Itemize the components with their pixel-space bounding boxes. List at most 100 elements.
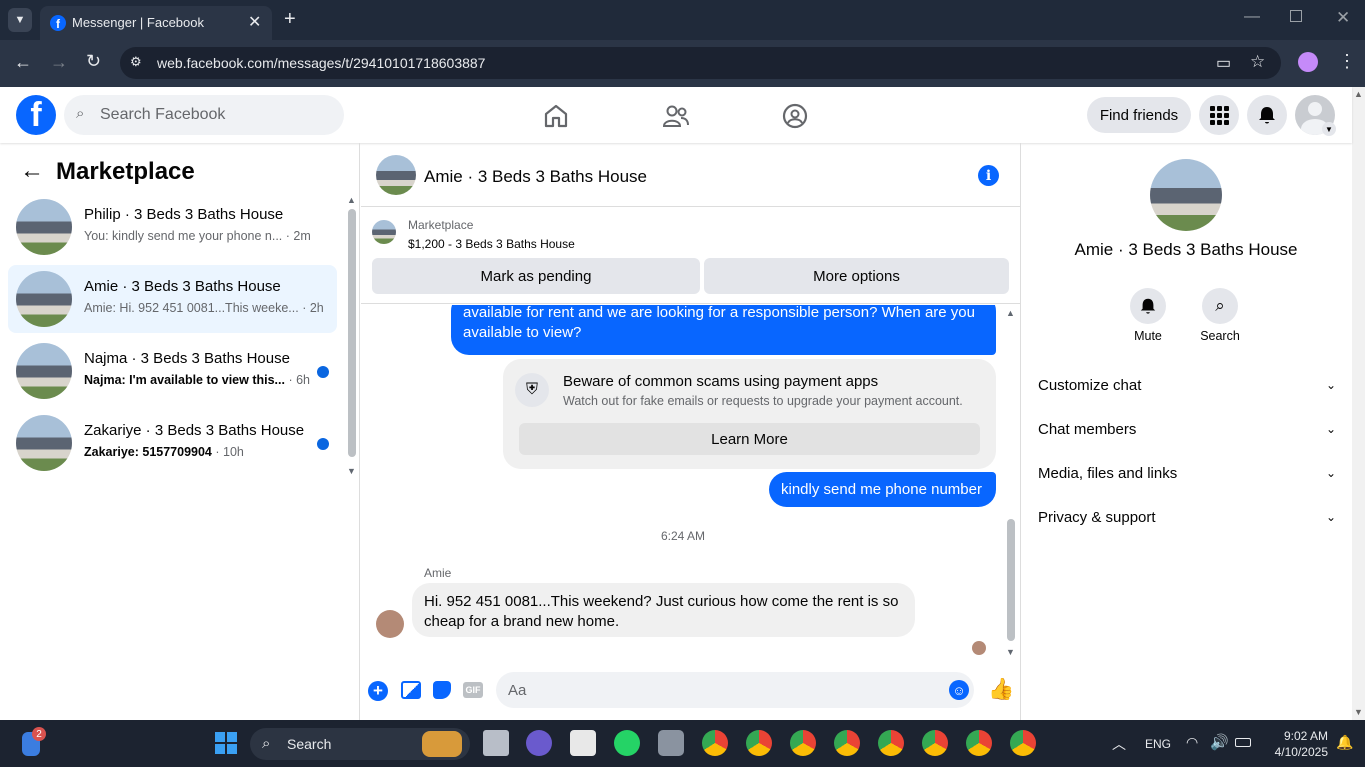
- message-timestamp: 6:24 AM: [661, 529, 706, 543]
- thread-scroll-up-icon[interactable]: ▲: [1006, 308, 1015, 318]
- scroll-up-icon[interactable]: ▲: [1354, 89, 1363, 99]
- reload-icon[interactable]: ↻: [86, 51, 101, 72]
- restore-icon[interactable]: [1290, 10, 1302, 22]
- show-hidden-icons[interactable]: ︿: [1112, 734, 1126, 754]
- media-files-links-section[interactable]: Media, files and links ⌄: [1038, 459, 1336, 487]
- photo-icon[interactable]: [401, 681, 421, 699]
- facebook-logo-icon[interactable]: f: [16, 95, 56, 135]
- bookmark-star-icon[interactable]: ☆: [1250, 52, 1265, 72]
- back-icon[interactable]: ←: [14, 52, 32, 73]
- url-field[interactable]: ⚙ web.facebook.com/messages/t/2941010171…: [120, 47, 1281, 79]
- plus-icon[interactable]: +: [368, 681, 388, 701]
- clock-date[interactable]: 4/10/2025: [1258, 745, 1328, 759]
- details-avatar[interactable]: [1150, 159, 1222, 231]
- facebook-favicon-icon: f: [50, 15, 66, 31]
- meet-icon[interactable]: [526, 730, 552, 756]
- chrome-icon[interactable]: [966, 730, 992, 756]
- account-chevron-icon[interactable]: ▼: [1322, 122, 1336, 136]
- chrome-icon[interactable]: [834, 730, 860, 756]
- close-tab-icon[interactable]: ✕: [248, 12, 261, 32]
- profile-icon[interactable]: [1298, 52, 1318, 72]
- search-input[interactable]: ⌕ Search Facebook: [64, 95, 344, 135]
- gif-icon[interactable]: GIF: [463, 682, 483, 698]
- sticker-icon[interactable]: [433, 681, 451, 699]
- volume-icon[interactable]: 🔊: [1210, 733, 1229, 751]
- conversation-item-selected[interactable]: Amie · 3 Beds 3 Baths House Amie: Hi. 95…: [8, 265, 337, 333]
- list-scroll-up-icon[interactable]: ▲: [347, 195, 356, 205]
- notifications-button[interactable]: [1247, 95, 1287, 135]
- listing-thumbnail[interactable]: [372, 220, 396, 244]
- conversation-preview: Amie: Hi. 952 451 0081...This weeke... ·…: [84, 301, 324, 315]
- thread-scrollbar-thumb[interactable]: [1007, 519, 1015, 641]
- taskbar-search[interactable]: ⌕ Search: [250, 728, 470, 760]
- mark-as-pending-button[interactable]: Mark as pending: [372, 258, 700, 294]
- camera-icon[interactable]: [658, 730, 684, 756]
- privacy-support-section[interactable]: Privacy & support ⌄: [1038, 503, 1336, 531]
- chat-title[interactable]: Amie · 3 Beds 3 Baths House: [424, 167, 647, 187]
- find-friends-label: Find friends: [1099, 106, 1179, 124]
- notification-badge: 2: [32, 727, 46, 741]
- menu-grid-button[interactable]: [1199, 95, 1239, 135]
- more-options-button[interactable]: More options: [704, 258, 1009, 294]
- chevron-down-icon: ⌄: [1325, 466, 1336, 480]
- conversation-item[interactable]: Zakariye · 3 Beds 3 Baths House Zakariye…: [8, 409, 337, 477]
- scroll-down-icon[interactable]: ▼: [1354, 707, 1363, 717]
- browser-menu-icon[interactable]: ⋮: [1338, 51, 1356, 72]
- tab-list-button[interactable]: ▼: [8, 8, 32, 32]
- chat-details-panel: Amie · 3 Beds 3 Baths House Mute ⌕ Searc…: [1022, 143, 1352, 720]
- sender-avatar[interactable]: [376, 610, 404, 638]
- chrome-icon[interactable]: [1010, 730, 1036, 756]
- back-arrow-icon[interactable]: ←: [20, 157, 44, 185]
- sender-name: Amie: [424, 566, 452, 580]
- close-window-icon[interactable]: ✕: [1336, 8, 1350, 28]
- clock-time[interactable]: 9:02 AM: [1262, 729, 1328, 743]
- whatsapp-icon[interactable]: [614, 730, 640, 756]
- thread-scroll-down-icon[interactable]: ▼: [1006, 647, 1015, 657]
- chat-members-section[interactable]: Chat members ⌄: [1038, 415, 1336, 443]
- groups-icon[interactable]: [782, 103, 808, 129]
- mute-button[interactable]: [1130, 288, 1166, 324]
- like-icon[interactable]: 👍: [988, 678, 1014, 702]
- friends-icon[interactable]: [662, 103, 690, 129]
- minimize-icon[interactable]: —: [1244, 8, 1260, 26]
- chrome-icon[interactable]: [922, 730, 948, 756]
- site-info-icon[interactable]: ⚙: [130, 54, 142, 70]
- notification-bell-icon[interactable]: 🔔: [1336, 734, 1353, 751]
- chrome-icon[interactable]: [702, 730, 728, 756]
- chevron-down-icon: ⌄: [1325, 378, 1336, 392]
- battery-icon[interactable]: [1235, 738, 1251, 747]
- task-view-icon[interactable]: [483, 730, 509, 756]
- conversation-item[interactable]: Najma · 3 Beds 3 Baths House Najma: I'm …: [8, 337, 337, 405]
- emoji-icon[interactable]: ☺: [949, 680, 969, 700]
- learn-more-button[interactable]: Learn More: [519, 423, 980, 455]
- search-in-chat-button[interactable]: ⌕: [1202, 288, 1238, 324]
- install-app-icon[interactable]: ▭: [1216, 53, 1231, 73]
- snipping-tool-icon[interactable]: [570, 730, 596, 756]
- new-tab-icon[interactable]: +: [284, 8, 296, 31]
- list-scroll-down-icon[interactable]: ▼: [347, 466, 356, 476]
- language-indicator[interactable]: ENG: [1145, 737, 1171, 751]
- conversation-item[interactable]: Philip · 3 Beds 3 Baths House You: kindl…: [8, 193, 337, 261]
- customize-chat-section[interactable]: Customize chat ⌄: [1038, 371, 1336, 399]
- windows-start-icon[interactable]: [215, 732, 237, 754]
- listing-thumbnail: [16, 271, 72, 327]
- home-icon[interactable]: [543, 103, 569, 129]
- unread-dot: [317, 438, 329, 450]
- forward-icon[interactable]: →: [50, 52, 68, 73]
- wifi-icon[interactable]: ◠: [1186, 734, 1198, 751]
- chrome-icon[interactable]: [790, 730, 816, 756]
- chat-avatar[interactable]: [376, 155, 416, 195]
- incoming-message: Hi. 952 451 0081...This weekend? Just cu…: [412, 583, 915, 637]
- search-highlight-icon: [422, 731, 462, 757]
- page-scrollbar[interactable]: ▲ ▼: [1352, 87, 1365, 720]
- browser-tab[interactable]: f Messenger | Facebook ✕: [40, 6, 272, 40]
- scam-warning-card: ⛨ Beware of common scams using payment a…: [503, 359, 996, 469]
- chrome-icon[interactable]: [878, 730, 904, 756]
- info-icon[interactable]: i: [978, 165, 999, 186]
- find-friends-button[interactable]: Find friends: [1087, 97, 1191, 133]
- chrome-icon[interactable]: [746, 730, 772, 756]
- list-scrollbar-thumb[interactable]: [348, 209, 356, 457]
- windows-taskbar: 2 ⌕ Search ︿ ENG ◠ 🔊 9:02 AM 4/10/2025 🔔: [0, 720, 1365, 767]
- listing-title[interactable]: $1,200 - 3 Beds 3 Baths House: [408, 237, 575, 251]
- message-input[interactable]: Aa ☺: [496, 672, 974, 708]
